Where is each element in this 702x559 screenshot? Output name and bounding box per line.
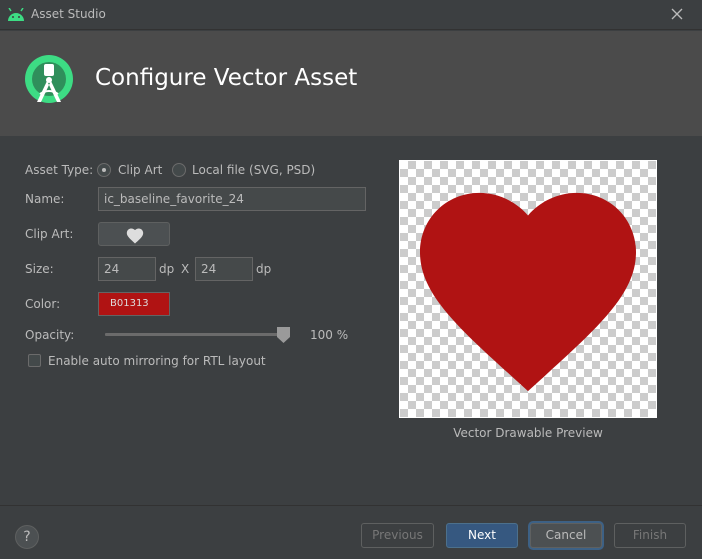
window-title: Asset Studio xyxy=(31,7,106,21)
radio-clip-art-label[interactable]: Clip Art xyxy=(118,163,162,177)
opacity-slider[interactable] xyxy=(105,333,290,336)
name-field[interactable]: ic_baseline_favorite_24 xyxy=(98,187,366,211)
size-separator: X xyxy=(181,262,190,276)
rtl-mirroring-checkbox[interactable] xyxy=(28,354,41,367)
title-bar: Asset Studio xyxy=(0,0,702,30)
heart-icon xyxy=(126,228,144,244)
header-banner: Configure Vector Asset xyxy=(0,31,702,136)
close-icon[interactable] xyxy=(670,7,684,21)
size-label: Size: xyxy=(25,262,54,276)
size-width-unit: dp xyxy=(159,262,175,276)
android-icon xyxy=(7,7,25,22)
next-button[interactable]: Next xyxy=(446,523,518,548)
size-height-unit: dp xyxy=(256,262,272,276)
opacity-slider-thumb[interactable] xyxy=(277,327,290,343)
page-title: Configure Vector Asset xyxy=(95,65,358,91)
footer-divider xyxy=(0,505,702,506)
help-button[interactable]: ? xyxy=(15,525,39,549)
radio-clip-art[interactable] xyxy=(97,163,111,177)
clip-art-button[interactable] xyxy=(98,222,170,246)
opacity-value: 100 % xyxy=(310,328,349,342)
android-studio-logo-icon xyxy=(24,54,74,104)
asset-type-label: Asset Type: xyxy=(25,163,94,177)
rtl-mirroring-label[interactable]: Enable auto mirroring for RTL layout xyxy=(48,354,266,368)
color-label: Color: xyxy=(25,297,61,311)
size-height-field[interactable]: 24 xyxy=(195,257,253,281)
cancel-button[interactable]: Cancel xyxy=(530,523,602,548)
heart-icon xyxy=(420,192,636,392)
finish-button[interactable]: Finish xyxy=(614,523,686,548)
color-swatch[interactable]: B01313 xyxy=(98,292,170,316)
vector-preview xyxy=(399,160,657,418)
size-width-field[interactable]: 24 xyxy=(98,257,156,281)
previous-button[interactable]: Previous xyxy=(361,523,434,548)
preview-caption: Vector Drawable Preview xyxy=(453,426,603,440)
name-label: Name: xyxy=(25,192,65,206)
radio-local-file-label[interactable]: Local file (SVG, PSD) xyxy=(192,163,315,177)
clip-art-label: Clip Art: xyxy=(25,227,74,241)
opacity-label: Opacity: xyxy=(25,328,75,342)
radio-local-file[interactable] xyxy=(172,163,186,177)
